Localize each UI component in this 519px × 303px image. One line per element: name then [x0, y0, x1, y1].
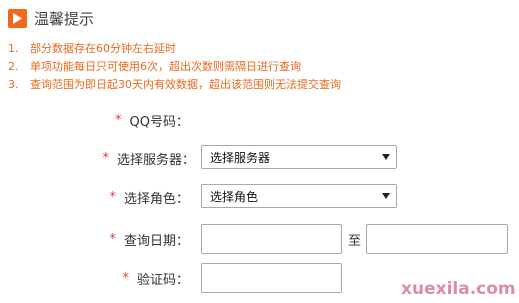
required-star: *: [122, 270, 129, 286]
server-row: * 选择服务器： 选择服务器: [0, 143, 519, 173]
site-watermark: xuexila.com: [401, 279, 516, 299]
start-date-input[interactable]: [201, 224, 342, 254]
tip-text: 查询范围为即日起30天内有效数据，超出该范围则无法提交查询: [30, 78, 341, 91]
play-icon: [8, 8, 27, 28]
tip-item: 1. 部分数据存在60分钟左右延时: [8, 40, 341, 58]
tip-text: 单项功能每日只可使用6次，超出次数则需隔日进行查询: [30, 60, 301, 73]
date-label-wrap: * 查询日期：: [109, 224, 189, 254]
tip-number: 2.: [8, 60, 19, 73]
qq-label: QQ号码：: [129, 114, 189, 130]
required-star: *: [109, 189, 116, 205]
captcha-label-wrap: * 验证码：: [122, 263, 189, 293]
tips-list: 1. 部分数据存在60分钟左右延时 2. 单项功能每日只可使用6次，超出次数则需隔日…: [8, 40, 341, 94]
server-label-wrap: * 选择服务器：: [102, 143, 195, 173]
tip-text: 部分数据存在60分钟左右延时: [30, 42, 176, 55]
tip-item: 2. 单项功能每日只可使用6次，超出次数则需隔日进行查询: [8, 58, 341, 76]
date-to-label: 至: [348, 233, 362, 249]
tip-item: 3. 查询范围为即日起30天内有效数据，超出该范围则无法提交查询: [8, 76, 341, 94]
date-row: * 查询日期： 至: [0, 224, 519, 254]
tips-title: 温馨提示: [34, 9, 95, 28]
dropdown-arrow-icon: [382, 154, 390, 160]
role-select[interactable]: 选择角色: [201, 184, 397, 208]
captcha-label: 验证码：: [136, 272, 189, 288]
required-star: *: [109, 231, 116, 247]
date-label: 查询日期：: [123, 233, 189, 249]
role-select-value: 选择角色: [210, 189, 259, 204]
tip-number: 1.: [8, 42, 19, 55]
role-label-wrap: * 选择角色：: [109, 182, 189, 212]
tips-header: 温馨提示: [8, 7, 94, 29]
qq-label-wrap: * QQ号码：: [115, 105, 189, 135]
server-select-value: 选择服务器: [210, 150, 271, 165]
tip-number: 3.: [8, 78, 19, 91]
end-date-input[interactable]: [366, 224, 508, 254]
required-star: *: [102, 150, 109, 166]
qq-row: * QQ号码：: [0, 105, 519, 135]
server-select[interactable]: 选择服务器: [201, 145, 397, 169]
role-label: 选择角色：: [123, 191, 189, 207]
role-row: * 选择角色： 选择角色: [0, 182, 519, 212]
server-label: 选择服务器：: [116, 152, 195, 168]
dropdown-arrow-icon: [382, 193, 390, 199]
captcha-input[interactable]: [201, 263, 342, 293]
required-star: *: [115, 112, 122, 128]
